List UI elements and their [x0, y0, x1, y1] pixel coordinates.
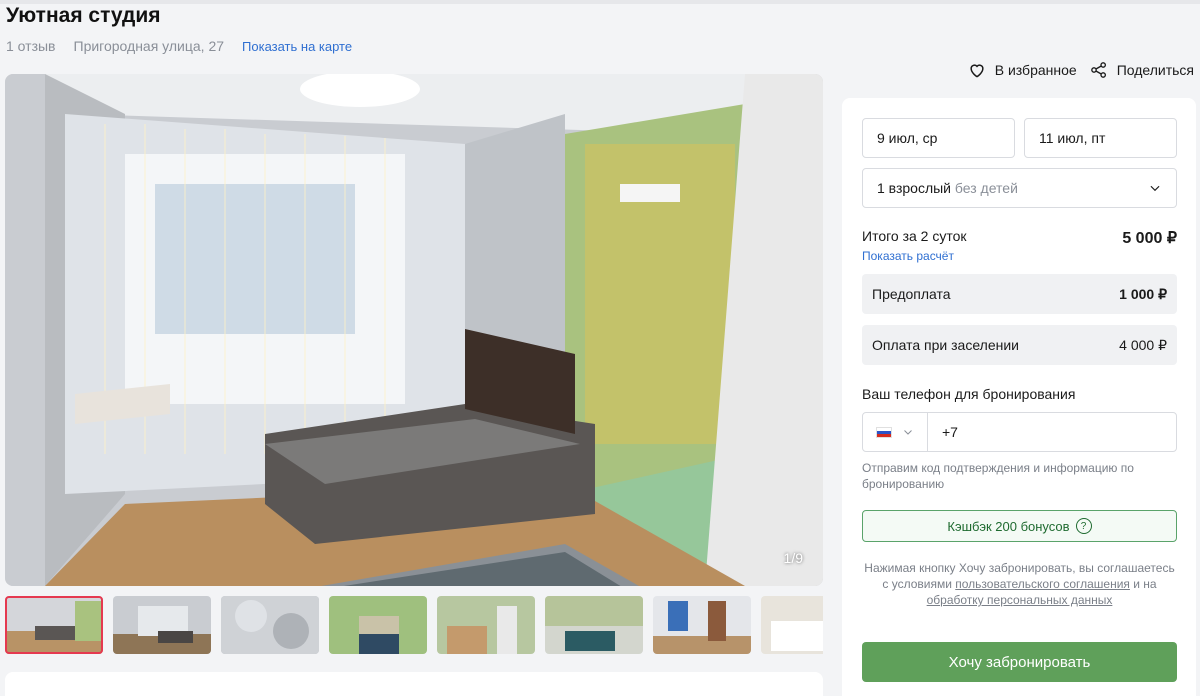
thumbnail-5[interactable]	[437, 596, 535, 654]
terms-text: Нажимая кнопку Хочу забронировать, вы со…	[862, 560, 1177, 608]
heart-icon	[970, 64, 984, 78]
favorite-button[interactable]: В избранное	[967, 60, 1077, 80]
favorite-label: В избранное	[994, 62, 1077, 78]
page-title: Уютная студия	[6, 4, 161, 27]
check-in-field[interactable]: 9 июл, ср	[862, 118, 1015, 158]
thumbnail-6[interactable]	[545, 596, 643, 654]
top-divider	[0, 0, 1200, 4]
guests-select[interactable]: 1 взрослый без детей	[862, 168, 1177, 208]
checkin-payment-row: Оплата при заселении 4 000 ₽	[862, 325, 1177, 365]
address: Пригородная улица, 27	[73, 38, 225, 54]
phone-field: +7	[862, 412, 1177, 452]
total-label: Итого за 2 суток	[862, 228, 967, 244]
cashback-badge[interactable]: Кэшбэк 200 бонусов ?	[862, 510, 1177, 542]
prepayment-label: Предоплата	[872, 286, 951, 302]
book-button[interactable]: Хочу забронировать	[862, 642, 1177, 682]
terms-mid: и на	[1129, 577, 1157, 591]
show-calculation-link[interactable]: Показать расчёт	[862, 249, 954, 263]
cashback-text: Кэшбэк 200 бонусов	[947, 518, 1070, 534]
room-photo	[5, 74, 823, 586]
main-photo[interactable]: 1/9	[5, 74, 823, 586]
total-row: Итого за 2 суток 5 000 ₽	[862, 228, 1177, 248]
guests-text: 1 взрослый без детей	[877, 180, 1018, 196]
flag-ru-icon	[876, 426, 892, 438]
thumbnail-3[interactable]	[221, 596, 319, 654]
thumbnail-2[interactable]	[113, 596, 211, 654]
booking-panel: 9 июл, ср 11 июл, пт 1 взрослый без дете…	[842, 98, 1196, 696]
prepayment-value: 1 000 ₽	[1119, 285, 1167, 302]
photo-counter: 1/9	[783, 550, 803, 566]
guests-children: без детей	[954, 180, 1018, 196]
listing-actions: В избранное Поделиться	[967, 60, 1194, 80]
share-icon	[1090, 62, 1106, 78]
user-agreement-link[interactable]: пользовательского соглашения	[955, 577, 1130, 591]
total-price: 5 000 ₽	[1122, 230, 1177, 247]
chevron-down-icon	[1150, 185, 1160, 192]
phone-label: Ваш телефон для бронирования	[862, 386, 1076, 402]
prepayment-row: Предоплата 1 000 ₽	[862, 274, 1177, 314]
chevron-down-icon	[904, 430, 912, 435]
details-card	[5, 672, 823, 696]
checkin-payment-value: 4 000 ₽	[1119, 336, 1167, 353]
guests-adults: 1 взрослый	[877, 180, 951, 196]
show-on-map-link[interactable]: Показать на карте	[242, 39, 352, 54]
question-icon[interactable]: ?	[1075, 518, 1092, 534]
share-label: Поделиться	[1116, 62, 1194, 78]
personal-data-link[interactable]: обработку персональных данных	[927, 593, 1113, 607]
reviews-count[interactable]: 1 отзыв	[6, 38, 56, 54]
thumbnail-4[interactable]	[329, 596, 427, 654]
check-out-field[interactable]: 11 июл, пт	[1024, 118, 1177, 158]
listing-meta: 1 отзыв Пригородная улица, 27 Показать н…	[6, 38, 352, 54]
share-button[interactable]: Поделиться	[1089, 60, 1194, 80]
phone-hint: Отправим код подтверждения и информацию …	[862, 461, 1134, 491]
thumbnail-7[interactable]	[653, 596, 751, 654]
thumbnail-8[interactable]	[761, 596, 823, 654]
thumbnail-1[interactable]	[5, 596, 103, 654]
thumbnail-strip	[5, 596, 823, 656]
phone-input[interactable]: +7	[928, 413, 1176, 451]
country-select[interactable]	[863, 413, 928, 451]
checkin-payment-label: Оплата при заселении	[872, 337, 1019, 353]
